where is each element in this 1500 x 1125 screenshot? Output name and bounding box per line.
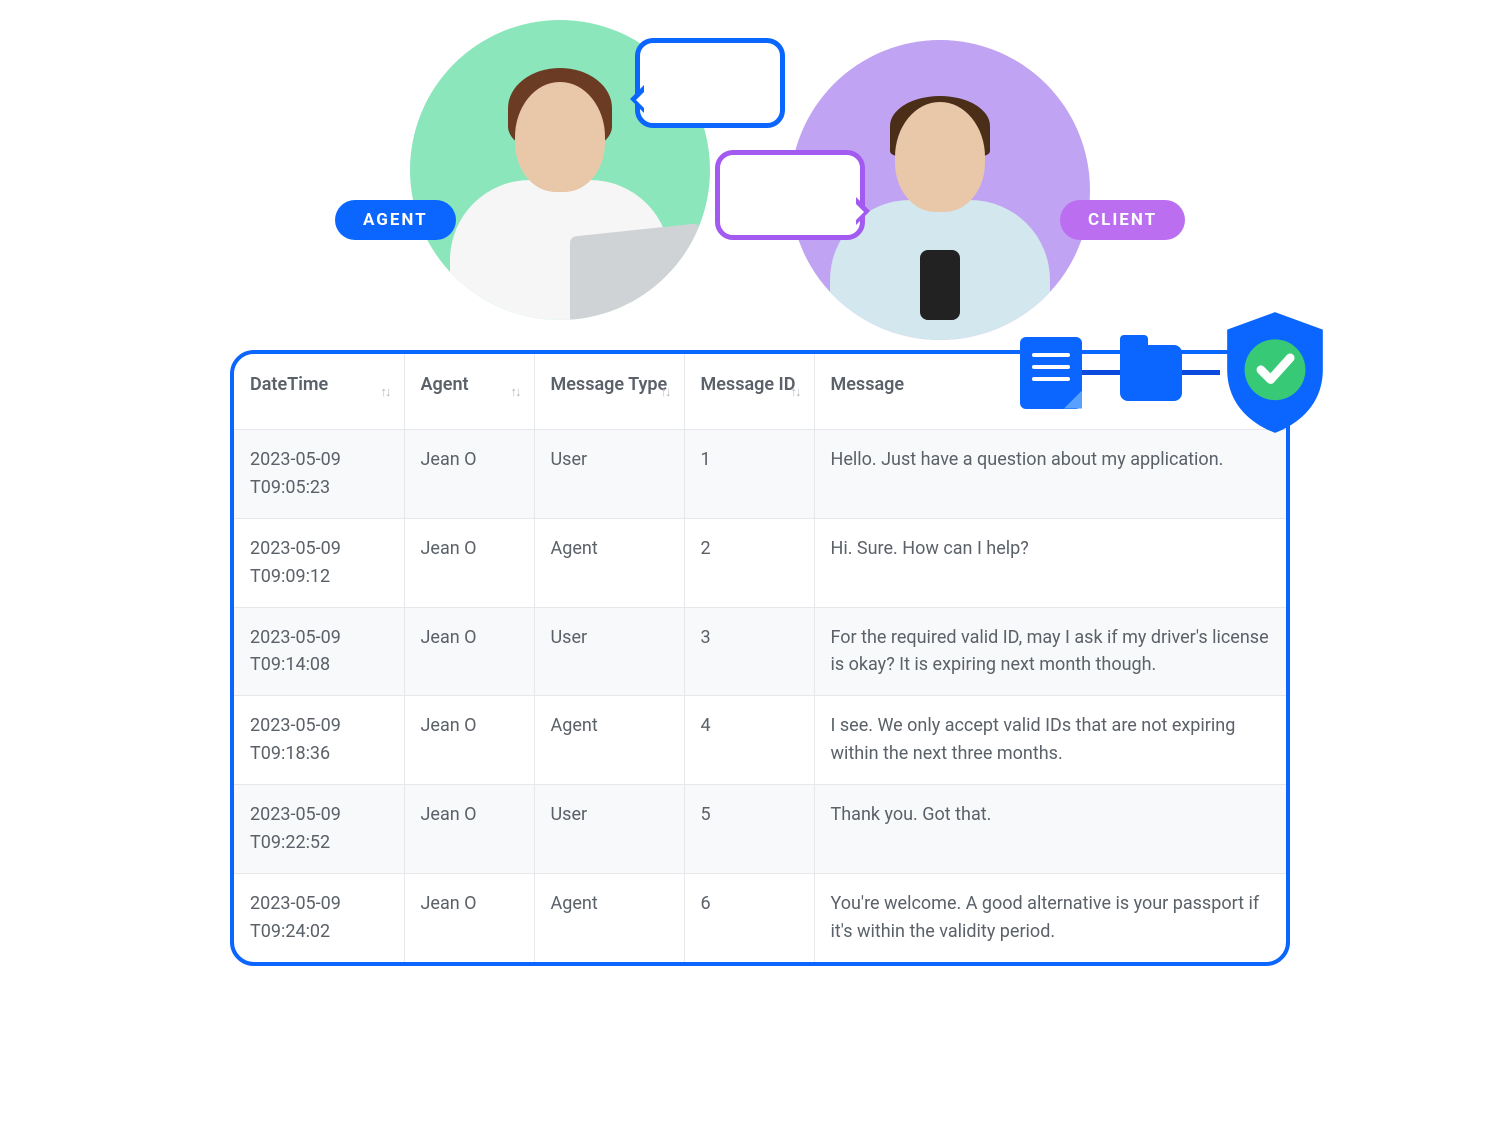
sort-icon[interactable]: ↑↓ [791, 384, 800, 400]
table-row: 2023-05-09 T09:14:08 Jean O User 3 For t… [234, 607, 1286, 696]
hero-illustration: AGENT CLIENT [110, 0, 1390, 340]
cell-agent: Jean O [404, 518, 534, 607]
col-header-message-id[interactable]: Message ID ↑↓ [684, 354, 814, 430]
cell-agent: Jean O [404, 430, 534, 519]
col-header-label: Message Type [551, 374, 668, 395]
col-header-label: Message [831, 374, 905, 395]
client-speech-bubble-icon [715, 150, 865, 240]
cell-message-type: Agent [534, 696, 684, 785]
col-header-label: DateTime [250, 374, 328, 395]
cell-message: I see. We only accept valid IDs that are… [814, 696, 1286, 785]
cell-message: Hello. Just have a question about my app… [814, 430, 1286, 519]
cell-datetime: 2023-05-09 T09:09:12 [234, 518, 404, 607]
cell-message-id: 3 [684, 607, 814, 696]
sort-icon[interactable]: ↑↓ [381, 384, 390, 400]
cell-message-id: 2 [684, 518, 814, 607]
laptop-icon [570, 223, 700, 320]
cell-agent: Jean O [404, 696, 534, 785]
table-row: 2023-05-09 T09:24:02 Jean O Agent 6 You'… [234, 873, 1286, 961]
cell-datetime: 2023-05-09 T09:24:02 [234, 873, 404, 961]
chat-log-panel: DateTime ↑↓ Agent ↑↓ Message Type ↑↓ Mes… [230, 350, 1290, 966]
folder-icon [1120, 345, 1182, 401]
cell-message-id: 5 [684, 785, 814, 874]
table-row: 2023-05-09 T09:09:12 Jean O Agent 2 Hi. … [234, 518, 1286, 607]
table-row: 2023-05-09 T09:18:36 Jean O Agent 4 I se… [234, 696, 1286, 785]
cell-datetime: 2023-05-09 T09:14:08 [234, 607, 404, 696]
cell-message-type: User [534, 430, 684, 519]
col-header-label: Agent [421, 374, 469, 395]
phone-icon [920, 250, 960, 320]
table-row: 2023-05-09 T09:05:23 Jean O User 1 Hello… [234, 430, 1286, 519]
sort-icon[interactable]: ↑↓ [511, 384, 520, 400]
cell-datetime: 2023-05-09 T09:18:36 [234, 696, 404, 785]
cell-message-type: Agent [534, 873, 684, 961]
cell-message: For the required valid ID, may I ask if … [814, 607, 1286, 696]
cell-agent: Jean O [404, 785, 534, 874]
shield-check-icon [1220, 310, 1330, 435]
col-header-label: Message ID [701, 374, 796, 395]
agent-label: AGENT [335, 200, 456, 240]
col-header-datetime[interactable]: DateTime ↑↓ [234, 354, 404, 430]
cell-message-type: User [534, 785, 684, 874]
table-body: 2023-05-09 T09:05:23 Jean O User 1 Hello… [234, 430, 1286, 962]
cell-message-type: Agent [534, 518, 684, 607]
sort-icon[interactable]: ↑↓ [661, 384, 670, 400]
cell-message-id: 1 [684, 430, 814, 519]
cell-message-id: 4 [684, 696, 814, 785]
client-label: CLIENT [1060, 200, 1185, 240]
cell-message: Hi. Sure. How can I help? [814, 518, 1286, 607]
col-header-agent[interactable]: Agent ↑↓ [404, 354, 534, 430]
cell-message-type: User [534, 607, 684, 696]
security-icon-strip [1020, 310, 1330, 435]
cell-datetime: 2023-05-09 T09:05:23 [234, 430, 404, 519]
agent-speech-bubble-icon [635, 38, 785, 128]
cell-message-id: 6 [684, 873, 814, 961]
cell-message: You're welcome. A good alternative is yo… [814, 873, 1286, 961]
chat-log-table: DateTime ↑↓ Agent ↑↓ Message Type ↑↓ Mes… [234, 354, 1286, 962]
cell-agent: Jean O [404, 607, 534, 696]
document-icon [1020, 337, 1082, 409]
cell-agent: Jean O [404, 873, 534, 961]
cell-message: Thank you. Got that. [814, 785, 1286, 874]
col-header-message-type[interactable]: Message Type ↑↓ [534, 354, 684, 430]
table-row: 2023-05-09 T09:22:52 Jean O User 5 Thank… [234, 785, 1286, 874]
cell-datetime: 2023-05-09 T09:22:52 [234, 785, 404, 874]
